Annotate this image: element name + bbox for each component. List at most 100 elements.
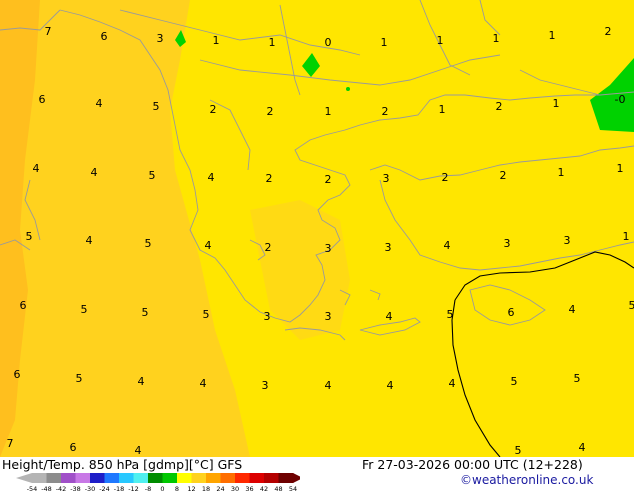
temperature-label: 3 bbox=[157, 32, 164, 45]
temperature-label: 7 bbox=[45, 25, 52, 38]
scale-tick-label: -30 bbox=[85, 485, 96, 493]
scale-tick-label: -8 bbox=[145, 485, 151, 493]
temperature-label: 4 bbox=[208, 171, 215, 184]
scale-tick-label: 8 bbox=[175, 485, 179, 493]
scale-arrow-left bbox=[16, 473, 32, 483]
temperature-label: 6 bbox=[14, 368, 21, 381]
temperature-label: 2 bbox=[325, 173, 332, 186]
color-scale-bar bbox=[0, 472, 300, 484]
temperature-label: 1 bbox=[381, 36, 388, 49]
temperature-label: 2 bbox=[266, 172, 273, 185]
scale-segment bbox=[32, 473, 47, 483]
temperature-label: 4 bbox=[135, 444, 142, 457]
temperature-label: 1 bbox=[439, 103, 446, 116]
scale-segment bbox=[47, 473, 62, 483]
temperature-label: 5 bbox=[511, 375, 518, 388]
temperature-label: 4 bbox=[325, 379, 332, 392]
scale-tick-label: -24 bbox=[99, 485, 110, 493]
scale-tick-label: 48 bbox=[274, 485, 282, 493]
scale-segment bbox=[279, 473, 294, 483]
temperature-label: 5 bbox=[153, 100, 160, 113]
temperature-label: 5 bbox=[145, 237, 152, 250]
temperature-label: -0 bbox=[615, 93, 626, 106]
temperature-label: 1 bbox=[553, 97, 560, 110]
temperature-label: 5 bbox=[81, 303, 88, 316]
scale-arrow-right bbox=[293, 473, 300, 483]
scale-tick-label: 18 bbox=[202, 485, 210, 493]
temperature-label: 1 bbox=[493, 32, 500, 45]
scale-tick-label: 36 bbox=[245, 485, 253, 493]
temperature-label: 3 bbox=[325, 242, 332, 255]
freezing-area-dot bbox=[346, 87, 350, 91]
temperature-label: 4 bbox=[86, 234, 93, 247]
map-datetime: Fr 27-03-2026 00:00 UTC (12+228) bbox=[362, 457, 583, 472]
temperature-label: 2 bbox=[382, 105, 389, 118]
temperature-label: 4 bbox=[96, 97, 103, 110]
temperature-label: 2 bbox=[500, 169, 507, 182]
temperature-label: 4 bbox=[449, 377, 456, 390]
temperature-label: 3 bbox=[564, 234, 571, 247]
temperature-label: 3 bbox=[262, 379, 269, 392]
temperature-label: 1 bbox=[213, 34, 220, 47]
temperature-label: 5 bbox=[203, 308, 210, 321]
temperature-label: 1 bbox=[558, 166, 565, 179]
temperature-label: 2 bbox=[605, 25, 612, 38]
temperature-label: 5 bbox=[515, 444, 522, 457]
temperature-label: 5 bbox=[142, 306, 149, 319]
temperature-label: 5 bbox=[574, 372, 581, 385]
scale-tick-label: 42 bbox=[260, 485, 268, 493]
temperature-label: 5 bbox=[447, 308, 454, 321]
temperature-label: 7 bbox=[7, 437, 14, 450]
scale-segment bbox=[134, 473, 149, 483]
temperature-label: 6 bbox=[508, 306, 515, 319]
temperature-label: 4 bbox=[205, 239, 212, 252]
temperature-label: 3 bbox=[504, 237, 511, 250]
temperature-label: 2 bbox=[442, 171, 449, 184]
temperature-label: 4 bbox=[579, 441, 586, 454]
temperature-label: 3 bbox=[325, 310, 332, 323]
scale-segment bbox=[163, 473, 178, 483]
scale-segment bbox=[90, 473, 105, 483]
temperature-label: 5 bbox=[76, 372, 83, 385]
scale-segment bbox=[119, 473, 134, 483]
scale-segment bbox=[177, 473, 192, 483]
temperature-label: 3 bbox=[264, 310, 271, 323]
temperature-label: 4 bbox=[200, 377, 207, 390]
scale-segment bbox=[192, 473, 207, 483]
temperature-label: 2 bbox=[496, 100, 503, 113]
temperature-label: 3 bbox=[385, 241, 392, 254]
scale-tick-label: -42 bbox=[56, 485, 67, 493]
copyright-link[interactable]: ©weatheronline.co.uk bbox=[460, 473, 593, 487]
temperature-label: 4 bbox=[569, 303, 576, 316]
scale-segment bbox=[235, 473, 250, 483]
temperature-label: 0 bbox=[325, 36, 332, 49]
temperature-label: 5 bbox=[26, 230, 33, 243]
scale-tick-label: -38 bbox=[70, 485, 81, 493]
scale-tick-label: -48 bbox=[41, 485, 52, 493]
temperature-label: 4 bbox=[33, 162, 40, 175]
temperature-label: 2 bbox=[265, 241, 272, 254]
temperature-label: 6 bbox=[101, 30, 108, 43]
scale-tick-label: -18 bbox=[114, 485, 125, 493]
scale-tick-label: 12 bbox=[187, 485, 195, 493]
temperature-label: 4 bbox=[386, 310, 393, 323]
scale-tick-label: 30 bbox=[231, 485, 239, 493]
scale-segment bbox=[61, 473, 76, 483]
temperature-label: 4 bbox=[91, 166, 98, 179]
temperature-label: 1 bbox=[617, 162, 624, 175]
temperature-label: 3 bbox=[383, 172, 390, 185]
scale-tick-label: 54 bbox=[289, 485, 297, 493]
scale-segment bbox=[105, 473, 120, 483]
temperature-label: 4 bbox=[444, 239, 451, 252]
temperature-label: 1 bbox=[623, 230, 630, 243]
temperature-label: 1 bbox=[269, 36, 276, 49]
scale-segment bbox=[76, 473, 91, 483]
temperature-label: 6 bbox=[39, 93, 46, 106]
scale-segment bbox=[221, 473, 236, 483]
footer: Height/Temp. 850 hPa [gdmp][°C] GFS Fr 2… bbox=[0, 457, 634, 490]
temperature-label: 5 bbox=[629, 299, 634, 312]
temperature-label: 4 bbox=[138, 375, 145, 388]
weather-map: 763110111126452212121-044542232211545423… bbox=[0, 0, 634, 457]
scale-segment bbox=[148, 473, 163, 483]
temperature-label: 1 bbox=[549, 29, 556, 42]
